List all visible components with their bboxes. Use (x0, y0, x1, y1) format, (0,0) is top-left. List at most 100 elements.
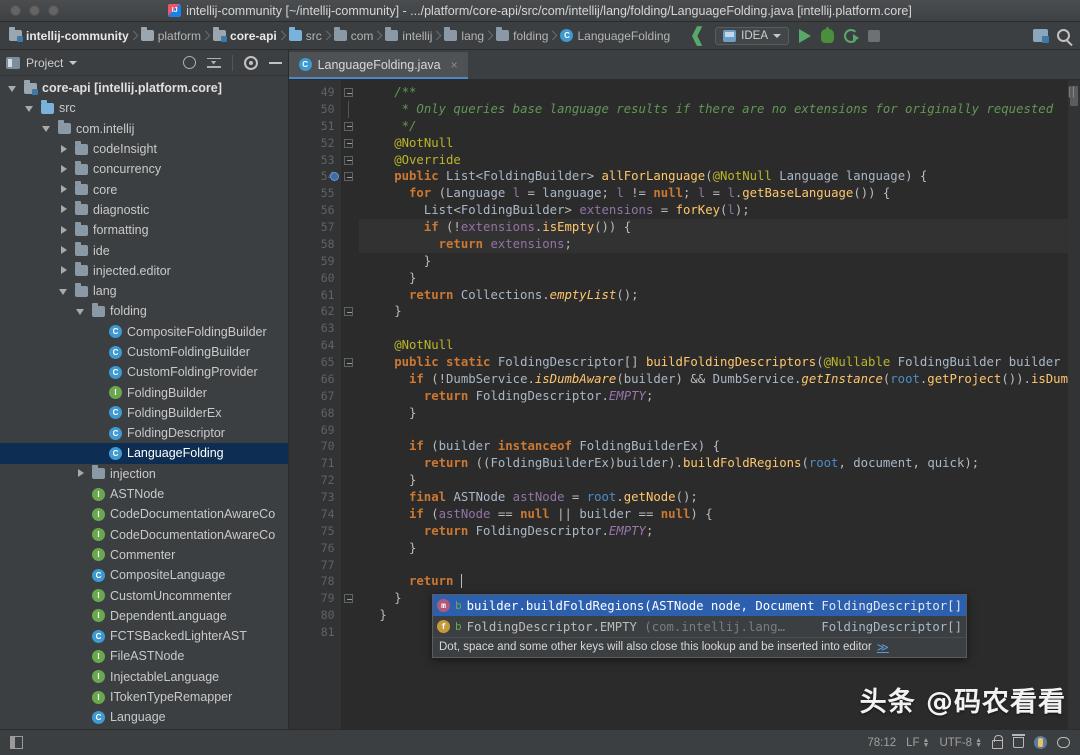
line-number-gutter[interactable]: 49 50 51 52 53 54 55 56 57 58 59 60 61 62 63 64 65 66 67 68… (288, 80, 341, 729)
line-number[interactable]: 81 (289, 624, 341, 641)
tree-item[interactable]: C CustomFoldingProvider (0, 362, 288, 382)
code-line[interactable]: } (359, 303, 1068, 320)
tree-item[interactable]: I FoldingBuilder (0, 382, 288, 402)
fold-marker-slot[interactable] (341, 152, 359, 169)
rerun-icon[interactable] (844, 28, 859, 43)
fold-marker-slot[interactable] (341, 287, 359, 304)
code-line[interactable]: if (!DumbService.isDumbAware(builder) &&… (359, 371, 1068, 388)
fold-marker-slot[interactable] (341, 303, 359, 320)
stop-icon[interactable] (868, 29, 880, 42)
project-tree[interactable]: core-api [intellij.platform.core] src com.… (0, 76, 288, 729)
fold-marker-slot[interactable] (341, 607, 359, 624)
tree-item-selected[interactable]: C LanguageFolding (0, 443, 288, 464)
back-arrow-icon[interactable]: ❰ (689, 26, 705, 45)
locate-icon[interactable] (182, 56, 196, 69)
line-number[interactable]: 70 (289, 438, 341, 455)
tree-item[interactable]: I CustomUncommenter (0, 585, 288, 605)
tree-item[interactable]: core (0, 179, 288, 199)
fold-marker-slot[interactable] (341, 100, 359, 118)
tree-item[interactable]: src (0, 98, 288, 118)
tree-item[interactable]: concurrency (0, 159, 288, 179)
line-number[interactable]: 80 (289, 607, 341, 624)
code-line[interactable] (359, 320, 1068, 337)
line-number[interactable]: 50 (289, 101, 341, 118)
chevron-down-icon[interactable] (25, 103, 36, 114)
line-number[interactable]: 55 (289, 185, 341, 202)
code-folding-gutter[interactable] (340, 80, 359, 729)
completion-hint-more-icon[interactable]: ≫ (877, 640, 889, 654)
fold-marker-slot[interactable] (341, 557, 359, 574)
tree-item[interactable]: I ASTNode (0, 484, 288, 504)
tree-item[interactable]: lang (0, 281, 288, 301)
breadcrumb-item-core-api[interactable]: core-api (208, 27, 284, 45)
line-number[interactable]: 71 (289, 455, 341, 472)
code-line[interactable]: if (!extensions.isEmpty()) { (358, 219, 1068, 236)
code-line[interactable]: if (astNode == null || builder == null) … (359, 506, 1068, 523)
line-number[interactable]: 59 (289, 253, 341, 270)
line-number[interactable]: 72 (289, 472, 341, 489)
fold-toggle-icon[interactable] (343, 358, 353, 367)
fold-toggle-icon[interactable] (343, 121, 353, 131)
fold-toggle-icon[interactable] (343, 594, 353, 604)
code-line[interactable]: for (Language l = language; l != null; l… (359, 185, 1068, 202)
close-icon[interactable]: × (451, 58, 458, 72)
fold-marker-slot[interactable] (341, 135, 359, 152)
chevron-down-icon[interactable] (42, 123, 53, 134)
fold-marker-slot[interactable] (341, 202, 359, 219)
code-line[interactable]: } (359, 405, 1068, 422)
code-line[interactable] (359, 557, 1068, 574)
fold-marker-slot[interactable] (341, 523, 359, 540)
code-line[interactable]: @NotNull (359, 135, 1068, 152)
line-number[interactable]: 66 (289, 371, 341, 388)
line-number[interactable]: 61 (289, 287, 341, 304)
fold-marker-slot[interactable] (341, 371, 359, 388)
fold-marker-slot[interactable] (341, 506, 359, 523)
line-number[interactable]: 56 (289, 202, 341, 219)
fold-marker-slot[interactable] (341, 168, 359, 185)
fold-marker-slot[interactable] (341, 270, 359, 287)
fold-marker-slot[interactable] (341, 118, 359, 135)
line-number[interactable]: 64 (289, 337, 341, 354)
tree-item[interactable]: I InjectableLanguage (0, 667, 288, 687)
bookmark-icon[interactable] (329, 172, 339, 182)
tree-item[interactable]: codeInsight (0, 139, 288, 159)
fold-toggle-icon[interactable] (343, 155, 353, 165)
chevron-right-icon[interactable] (59, 245, 70, 256)
code-line[interactable]: @Override (359, 152, 1068, 169)
search-everywhere-icon[interactable] (1057, 29, 1070, 42)
fold-marker-slot[interactable] (341, 590, 359, 607)
fold-marker-slot[interactable] (341, 624, 359, 641)
fold-marker-slot[interactable] (341, 405, 359, 422)
collapse-all-icon[interactable] (206, 57, 221, 69)
tree-item[interactable]: I Commenter (0, 545, 288, 565)
hector-icon[interactable] (1034, 736, 1047, 749)
tree-item[interactable]: injected.editor (0, 261, 288, 281)
tree-item[interactable]: folding (0, 301, 288, 321)
fold-marker-slot[interactable] (341, 337, 359, 354)
breadcrumb-item-lang[interactable]: lang (439, 27, 491, 45)
code-completion-popup[interactable]: m b builder.buildFoldRegions(ASTNode node,… (432, 594, 967, 658)
tree-item[interactable]: com.intellij (0, 119, 288, 139)
code-line[interactable]: final ASTNode astNode = root.getNode(); (359, 489, 1068, 506)
chevron-down-icon[interactable] (773, 33, 781, 38)
project-structure-icon[interactable] (1033, 29, 1049, 43)
chevron-right-icon[interactable] (59, 144, 70, 155)
code-line[interactable]: List<FoldingBuilder> extensions = forKey… (359, 202, 1068, 219)
line-number[interactable]: 69 (289, 422, 341, 439)
fold-marker-slot[interactable] (341, 236, 359, 253)
code-line[interactable] (359, 422, 1068, 439)
code-line[interactable]: public List<FoldingBuilder> allForLangua… (359, 168, 1068, 185)
tree-item[interactable]: C FoldingDescriptor (0, 423, 288, 443)
code-line[interactable]: return Collections.emptyList(); (359, 287, 1068, 304)
code-line[interactable]: } (359, 472, 1068, 489)
tree-item[interactable]: ide (0, 240, 288, 260)
chevron-down-icon[interactable] (8, 83, 19, 94)
line-number[interactable]: 53 (289, 152, 341, 169)
tree-item[interactable]: I CodeDocumentationAwareCo (0, 525, 288, 545)
fold-marker-slot[interactable] (341, 489, 359, 506)
tree-item[interactable]: C CustomFoldingBuilder (0, 342, 288, 362)
tree-item[interactable]: C Language (0, 707, 288, 727)
fold-toggle-icon[interactable] (343, 88, 353, 97)
code-line[interactable]: * Only queries base language results if … (359, 101, 1068, 118)
line-number[interactable]: 73 (289, 489, 341, 506)
